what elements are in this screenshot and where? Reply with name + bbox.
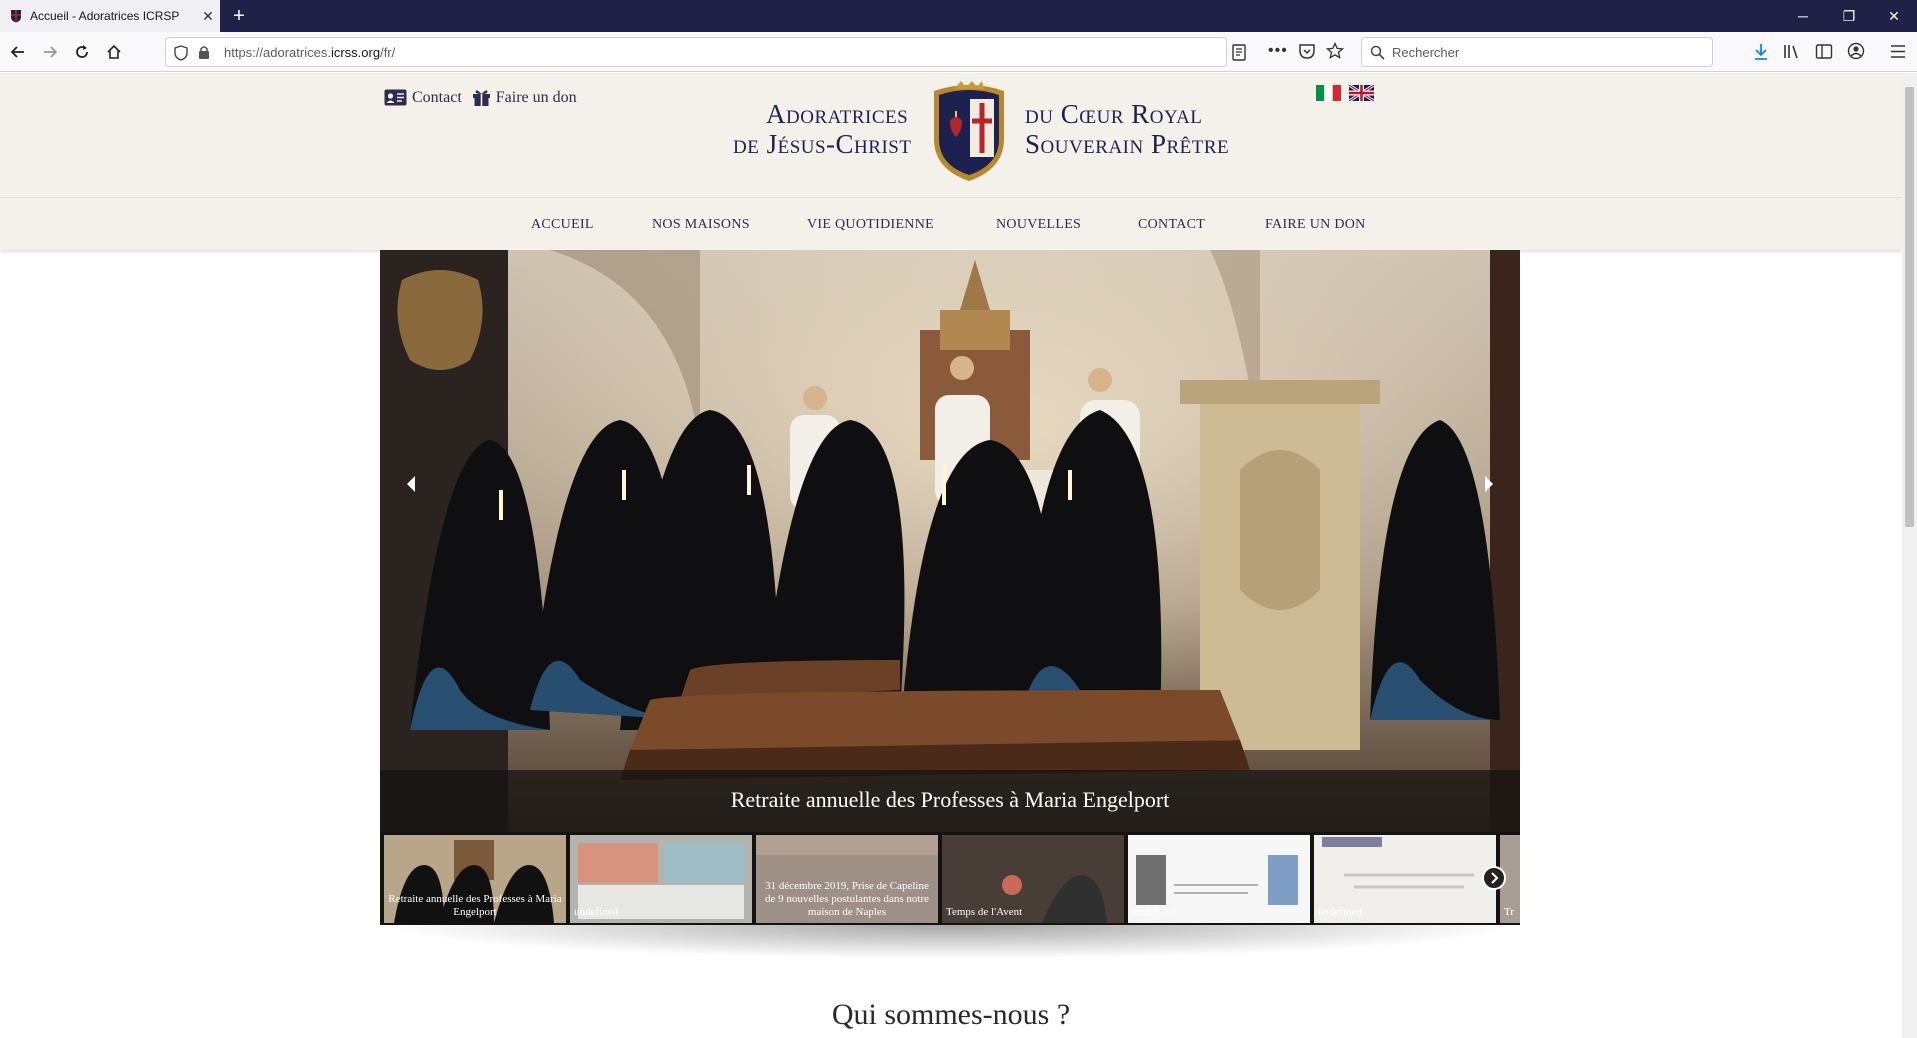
sidebar-icon[interactable] <box>1815 43 1833 60</box>
thumbnail-caption: undefined <box>574 906 618 918</box>
account-icon[interactable] <box>1847 42 1865 60</box>
web-page: Contact Faire un don Adoratrices de Jésu… <box>0 73 1902 1038</box>
logo-text-line2-left: de Jésus-Christ <box>733 129 912 159</box>
thumbnail-caption: 31 décembre 2019, Prise de Capeline de 9… <box>764 880 930 918</box>
main-menu: ACCUEIL NOS MAISONS VIE QUOTIDIENNE NOUV… <box>0 197 1902 250</box>
language-switcher <box>1316 85 1374 101</box>
minimize-window-icon[interactable]: ─ <box>1780 0 1826 32</box>
thumbnail-item[interactable]: Temps de l'Avent <box>942 835 1124 923</box>
library-icon[interactable] <box>1783 43 1801 60</box>
new-tab-button[interactable]: + <box>226 3 252 29</box>
logo-text-line1-right: du Cœur Royal <box>1025 99 1203 129</box>
shield-icon <box>174 45 188 61</box>
address-bar[interactable]: https://adoratrices.icrss.org/fr/ <box>165 37 1246 67</box>
bookmark-star-icon[interactable] <box>1326 42 1344 60</box>
browser-navigation-bar: https://adoratrices.icrss.org/fr/ ••• Re… <box>0 32 1917 72</box>
menu-item-accueil[interactable]: ACCUEIL <box>531 217 594 233</box>
arrow-right-icon <box>44 46 58 58</box>
hero-slide-image[interactable] <box>380 250 1520 832</box>
slider-next-button[interactable] <box>1474 469 1504 499</box>
caret-left-icon <box>407 476 415 492</box>
download-icon[interactable] <box>1752 42 1770 61</box>
caret-right-icon <box>1485 476 1493 492</box>
contact-link[interactable]: Contact <box>384 88 462 107</box>
close-tab-icon[interactable]: ✕ <box>196 8 220 25</box>
gift-icon <box>472 90 490 106</box>
reload-icon <box>76 45 88 58</box>
browser-tab[interactable]: Accueil - Adoratrices ICRSP ✕ <box>0 0 220 32</box>
thumbnails-next-button[interactable] <box>1482 866 1506 890</box>
slider-prev-button[interactable] <box>396 469 426 499</box>
thumbnail-item[interactable]: 31 décembre 2019, Prise de Capeline de 9… <box>756 835 938 923</box>
search-input[interactable]: Rechercher <box>1361 37 1713 67</box>
thumbnail-caption: Tr <box>1504 906 1514 918</box>
menu-hamburger-icon[interactable] <box>1890 44 1906 59</box>
tab-title: Accueil - Adoratrices ICRSP <box>30 9 180 23</box>
reader-view-icon[interactable] <box>1231 44 1247 61</box>
browser-tab-strip: Accueil - Adoratrices ICRSP ✕ + ─ ❐ ✕ <box>0 0 1917 32</box>
contact-card-icon <box>384 89 407 106</box>
close-window-icon[interactable]: ✕ <box>1871 0 1917 32</box>
logo-text-line2-right: Souverain Prêtre <box>1025 129 1230 159</box>
reload-button[interactable] <box>68 38 96 66</box>
thumbnail-caption: Temps de l'Avent <box>946 906 1023 918</box>
contact-link-label: Contact <box>412 88 462 106</box>
slide-caption: Retraite annuelle des Professes à Maria … <box>730 787 1170 812</box>
site-favicon-icon <box>8 8 24 24</box>
lock-icon <box>199 46 209 59</box>
site-header: Contact Faire un don Adoratrices de Jésu… <box>0 73 1902 197</box>
english-flag-icon[interactable] <box>1349 85 1374 101</box>
thumbnail-caption: undefined <box>1132 906 1176 918</box>
top-links: Contact Faire un don <box>384 88 577 107</box>
home-icon <box>107 44 121 59</box>
chevron-right-icon <box>1491 872 1499 884</box>
back-button[interactable] <box>4 38 32 66</box>
menu-item-nouvelles[interactable]: NOUVELLES <box>996 217 1081 233</box>
section-title: Qui sommes-nous ? <box>831 998 1071 1031</box>
italian-flag-icon[interactable] <box>1316 85 1341 101</box>
site-logo[interactable]: Adoratrices de Jésus-Christ du Cœur Roya… <box>733 81 1239 185</box>
search-icon <box>1370 45 1385 60</box>
thumbnail-strip: Retraite annuelle des Professes à Maria … <box>380 832 1520 925</box>
thumbnail-item[interactable]: Retraite annuelle des Professes à Maria … <box>384 835 566 923</box>
image-slider: Retraite annuelle des Professes à Maria … <box>380 250 1520 925</box>
forward-button[interactable] <box>36 38 64 66</box>
thumbnail-item[interactable]: undefined <box>1128 835 1310 923</box>
donate-link-label: Faire un don <box>495 88 577 106</box>
thumbnail-item[interactable]: undefined <box>570 835 752 923</box>
pocket-icon[interactable] <box>1298 43 1316 60</box>
url-text: https://adoratrices.icrss.org/fr/ <box>224 45 396 60</box>
menu-item-faire-un-don[interactable]: FAIRE UN DON <box>1265 217 1366 233</box>
menu-item-contact[interactable]: CONTACT <box>1138 217 1205 233</box>
thumbnail-caption: undefined <box>1318 906 1362 918</box>
thumbnail-item[interactable]: undefined <box>1314 835 1496 923</box>
donate-link[interactable]: Faire un don <box>472 88 577 107</box>
page-scrollbar[interactable] <box>1902 73 1917 1038</box>
logo-text-line1-left: Adoratrices <box>766 99 909 129</box>
coat-of-arms-icon <box>934 81 1004 181</box>
thumbnail-caption: Retraite annuelle des Professes à Maria … <box>388 893 562 918</box>
restore-window-icon[interactable]: ❐ <box>1826 0 1872 32</box>
page-actions-icon[interactable]: ••• <box>1268 42 1288 60</box>
menu-item-vie-quotidienne[interactable]: VIE QUOTIDIENNE <box>807 217 934 233</box>
slider-shadow <box>380 925 1520 959</box>
home-button[interactable] <box>100 38 128 66</box>
scrollbar-thumb[interactable] <box>1905 87 1914 527</box>
menu-item-nos-maisons[interactable]: NOS MAISONS <box>652 217 750 233</box>
arrow-left-icon <box>10 46 24 58</box>
